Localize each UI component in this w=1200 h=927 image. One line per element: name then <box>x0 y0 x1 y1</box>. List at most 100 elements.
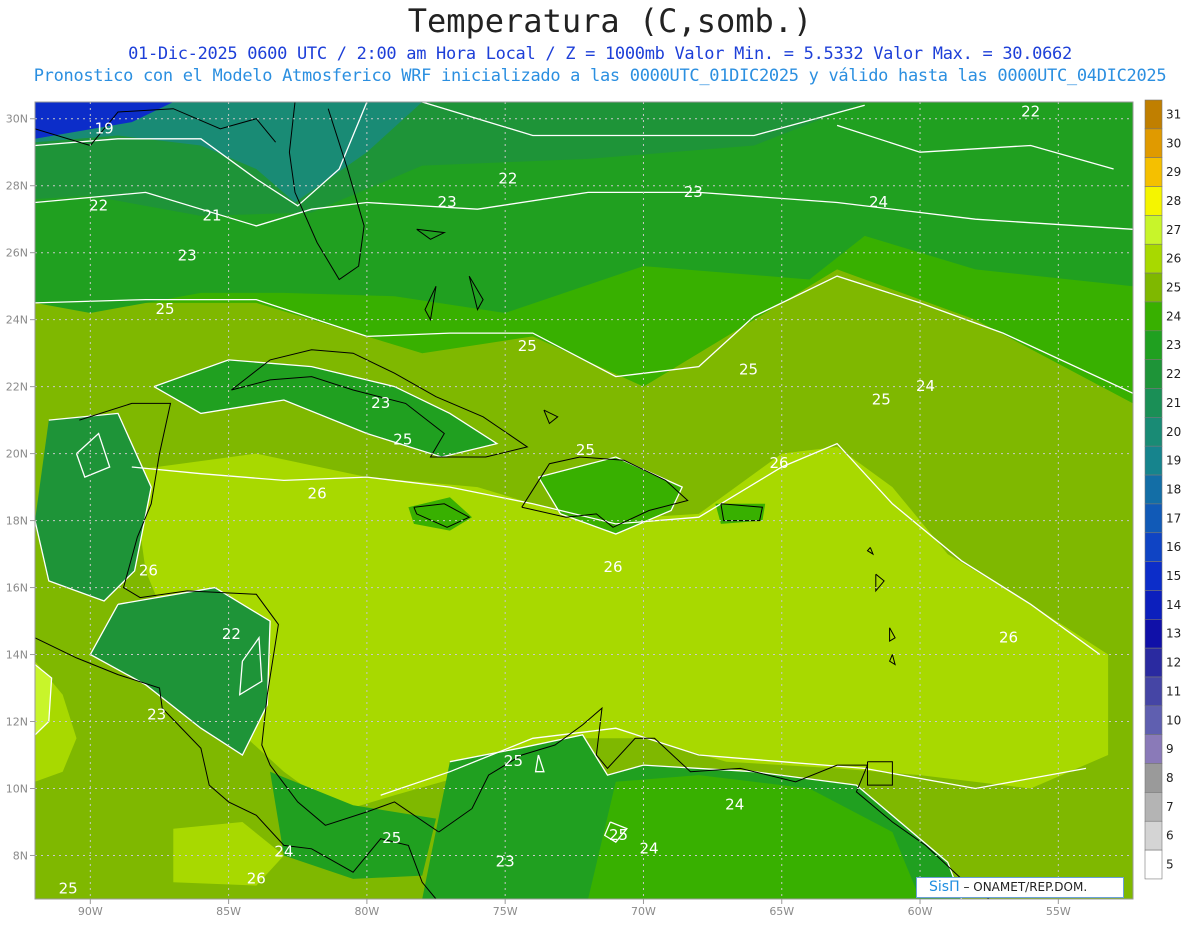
contour-label-12: 24 <box>916 377 935 395</box>
contour-label-24: 25 <box>504 752 523 770</box>
colorbar-label-26: 26 <box>1166 252 1181 266</box>
colorbar-label-24: 24 <box>1166 309 1181 323</box>
contour-label-3: 22 <box>89 196 108 214</box>
colorbar-label-30: 30 <box>1166 136 1181 150</box>
colorbar-label-7: 7 <box>1166 800 1174 814</box>
contour-label-13: 25 <box>872 391 891 409</box>
lat-label-0: 30N <box>6 113 28 126</box>
colorbar-label-29: 29 <box>1166 165 1181 179</box>
colorbar-swatch-20 <box>1144 417 1163 447</box>
contour-label-27: 24 <box>639 839 658 857</box>
contour-label-32: 25 <box>59 879 78 897</box>
colorbar-swatch-19 <box>1144 445 1163 476</box>
contour-label-1: 22 <box>1021 103 1040 121</box>
lat-label-6: 18N <box>6 515 28 528</box>
colorbar-label-18: 18 <box>1166 482 1181 496</box>
contour-label-2: 22 <box>498 170 517 188</box>
colorbar-swatch-17 <box>1144 503 1163 534</box>
contour-label-28: 25 <box>382 829 401 847</box>
temperature-map: 19 22 22 22 21 23 23 24 23 25 25 25 24 25 23 25 25 26 26 26… <box>6 99 1181 918</box>
contour-label-21: 22 <box>222 625 241 643</box>
lat-label-7: 16N <box>6 582 28 595</box>
colorbar-label-19: 19 <box>1166 454 1181 468</box>
contour-label-16: 25 <box>576 441 595 459</box>
colorbar-swatch-13 <box>1144 618 1163 649</box>
colorbar-label-12: 12 <box>1166 656 1181 670</box>
colorbar-swatch-9 <box>1144 734 1163 764</box>
contour-label-6: 23 <box>684 183 703 201</box>
credit-box: SisΠ – ONAMET/REP.DOM. <box>916 877 1124 898</box>
colorbar-label-14: 14 <box>1166 598 1181 612</box>
lon-label-5: 65W <box>769 905 794 918</box>
map-title: Temperatura (C,somb.) <box>407 2 813 40</box>
colorbar-label-10: 10 <box>1166 713 1181 727</box>
contour-label-20: 26 <box>139 561 158 579</box>
contour-label-31: 26 <box>247 869 266 887</box>
colorbar-swatch-22 <box>1144 359 1163 389</box>
contour-label-9: 25 <box>155 300 174 318</box>
colorbar-label-23: 23 <box>1166 338 1181 352</box>
contour-label-15: 25 <box>393 431 412 449</box>
lat-label-8: 14N <box>6 649 28 662</box>
contour-label-4: 21 <box>202 206 221 224</box>
contour-label-8: 23 <box>178 247 197 265</box>
temperature-field <box>35 102 1133 899</box>
lat-label-10: 10N <box>6 782 28 795</box>
lon-label-0: 90W <box>78 905 103 918</box>
colorbar: 31 30 29 28 27 26 25 24 23 22 21 20 19 18 17 16 15 14 13 12… <box>1144 99 1181 880</box>
colorbar-label-5: 5 <box>1166 858 1174 872</box>
contour-label-29: 24 <box>274 843 293 861</box>
lon-label-2: 80W <box>354 905 379 918</box>
lon-label-3: 75W <box>493 905 518 918</box>
forecast-valid-time: 01-Dic-2025 0600 UTC / 2:00 am Hora Loca… <box>128 44 1072 64</box>
colorbar-label-22: 22 <box>1166 367 1181 381</box>
colorbar-swatch-27 <box>1144 215 1163 245</box>
contour-label-18: 26 <box>308 484 327 502</box>
colorbar-swatch-26 <box>1144 243 1163 274</box>
contour-label-11: 25 <box>739 360 758 378</box>
colorbar-label-9: 9 <box>1166 742 1174 756</box>
colorbar-swatch-8 <box>1144 763 1163 793</box>
sispi-logo: SisΠ <box>929 879 960 895</box>
colorbar-label-31: 31 <box>1166 107 1181 121</box>
colorbar-label-17: 17 <box>1166 511 1181 525</box>
lat-label-11: 8N <box>13 849 28 862</box>
contour-label-23: 23 <box>147 705 166 723</box>
colorbar-swatch-5 <box>1144 849 1163 880</box>
colorbar-swatch-12 <box>1144 647 1163 678</box>
colorbar-label-28: 28 <box>1166 194 1181 208</box>
contour-label-19: 26 <box>603 558 622 576</box>
colorbar-label-6: 6 <box>1166 829 1174 843</box>
colorbar-label-20: 20 <box>1166 425 1181 439</box>
colorbar-label-15: 15 <box>1166 569 1181 583</box>
colorbar-swatch-23 <box>1144 330 1163 360</box>
contour-label-17: 26 <box>769 454 788 472</box>
colorbar-swatch-15 <box>1144 561 1163 591</box>
lat-label-2: 26N <box>6 247 28 260</box>
colorbar-swatch-25 <box>1144 272 1163 303</box>
lat-label-1: 28N <box>6 180 28 193</box>
lon-label-7: 55W <box>1046 905 1071 918</box>
contour-label-26: 25 <box>609 826 628 844</box>
colorbar-swatch-28 <box>1144 186 1163 216</box>
colorbar-swatch-7 <box>1144 792 1163 822</box>
colorbar-swatch-24 <box>1144 301 1163 332</box>
colorbar-swatch-21 <box>1144 388 1163 418</box>
lon-label-4: 70W <box>631 905 656 918</box>
colorbar-label-27: 27 <box>1166 223 1181 237</box>
colorbar-label-25: 25 <box>1166 281 1181 295</box>
contour-label-25: 24 <box>725 796 744 814</box>
contour-label-10: 25 <box>518 337 537 355</box>
colorbar-swatch-10 <box>1144 705 1163 735</box>
lon-label-6: 60W <box>908 905 933 918</box>
colorbar-label-21: 21 <box>1166 396 1181 410</box>
contour-label-30: 23 <box>496 853 515 871</box>
colorbar-swatch-31 <box>1144 99 1163 130</box>
contour-label-22: 26 <box>999 628 1018 646</box>
colorbar-swatch-14 <box>1144 590 1163 620</box>
contour-label-7: 24 <box>869 193 888 211</box>
colorbar-swatch-18 <box>1144 474 1163 505</box>
lon-label-1: 85W <box>216 905 241 918</box>
colorbar-swatch-6 <box>1144 820 1163 851</box>
colorbar-swatch-29 <box>1144 157 1163 187</box>
